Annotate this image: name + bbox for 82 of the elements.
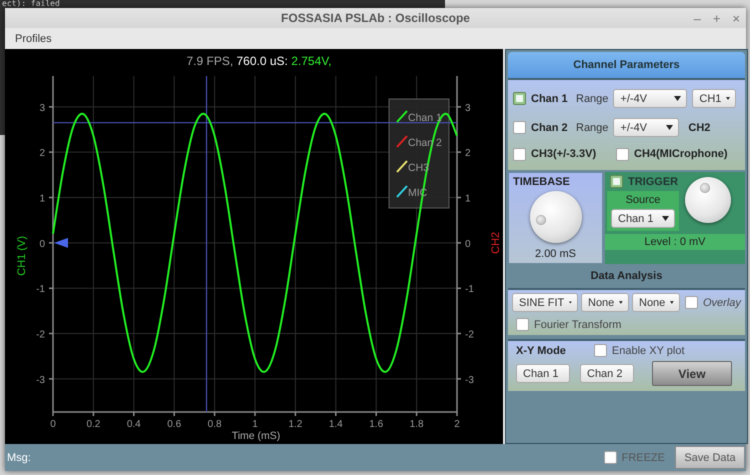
caret-icon <box>619 300 623 305</box>
tick-label: 3 <box>39 102 45 114</box>
axis-title: CH1 (V) <box>16 236 28 276</box>
caret-icon <box>666 125 674 130</box>
tick-label: 3 <box>465 102 471 114</box>
caret-icon <box>726 96 730 102</box>
checkbox-label: Chan 2 <box>531 122 568 134</box>
dropdown[interactable]: None <box>632 293 680 312</box>
checkbox-label: FREEZE <box>622 452 665 464</box>
tick-label: 1.4 <box>328 419 343 430</box>
tick-label: 0.2 <box>86 419 100 430</box>
panel-header: Channel Parameters <box>508 52 745 78</box>
checkbox-label: CH4(MICrophone) <box>634 148 728 160</box>
knob-reading: 2.00 mS <box>535 248 576 260</box>
checkbox[interactable] <box>594 344 607 357</box>
dropdown[interactable]: CH1 <box>692 89 736 108</box>
checkbox[interactable] <box>604 451 617 464</box>
dropdown[interactable]: Chan 1 <box>516 364 570 383</box>
tick-label: 0 <box>50 419 56 430</box>
checkbox[interactable] <box>513 121 526 134</box>
trigger-marker-icon[interactable] <box>54 238 68 248</box>
checkbox[interactable] <box>513 148 526 161</box>
section-title: X-Y Mode <box>516 344 566 356</box>
caret-icon <box>674 96 682 102</box>
dropdown[interactable]: None <box>581 293 629 312</box>
axis-title: CH2 <box>490 232 502 254</box>
checkbox[interactable] <box>610 175 623 188</box>
knob[interactable] <box>530 191 582 243</box>
dropdown[interactable]: +/-4V <box>613 118 680 138</box>
tick-label: 1 <box>465 194 471 205</box>
checkbox-label: Overlay <box>703 296 741 308</box>
checkbox[interactable] <box>616 148 629 161</box>
save-data-button[interactable]: Save Data <box>675 446 745 469</box>
checkbox-label: CH3(+/-3.3V) <box>531 148 596 160</box>
terminal-text: ect): failed <box>2 0 60 8</box>
checkbox[interactable] <box>516 318 529 331</box>
tick-label: 1.8 <box>410 419 424 430</box>
tick-label: 1.2 <box>288 419 302 430</box>
caret-icon <box>670 300 674 305</box>
tick-label: 0 <box>39 238 45 250</box>
section-title: Data Analysis <box>590 269 664 284</box>
tick-label: -1 <box>36 284 45 296</box>
tick-label: -1 <box>465 284 474 296</box>
tick-label: 0.4 <box>126 419 141 430</box>
cursor-line[interactable] <box>53 122 457 124</box>
field-label: Source <box>626 194 660 206</box>
caret-icon <box>662 216 669 221</box>
trigger-level-reading: Level : 0 mV <box>605 234 745 250</box>
menu-item[interactable]: Profiles <box>15 32 52 44</box>
tick-label: 2 <box>454 419 460 430</box>
dropdown[interactable]: SINE FIT <box>512 293 578 312</box>
tick-label: 1.6 <box>369 419 384 430</box>
tick-label: 0.8 <box>208 419 222 430</box>
tick-label: 2 <box>39 148 45 160</box>
checkbox-label: TRIGGER <box>628 176 678 188</box>
axis-title: Time (mS) <box>232 430 280 442</box>
field-label: Range <box>576 122 608 134</box>
cursor-readout: 7.9 FPS, 760.0 uS: 2.754V, <box>186 54 332 68</box>
checkbox[interactable] <box>513 92 526 106</box>
channel-label: CH2 <box>688 122 710 134</box>
checkbox-label: Enable XY plot <box>612 344 684 356</box>
tick-label: -2 <box>36 330 45 341</box>
checkbox[interactable] <box>685 296 698 309</box>
tick-label: -2 <box>465 330 474 341</box>
tick-label: -3 <box>36 374 45 386</box>
knob[interactable] <box>685 177 731 223</box>
status-message: Msg: <box>7 452 31 464</box>
tick-label: 0 <box>465 238 471 250</box>
field-label: Range <box>576 92 608 105</box>
checkbox-label: Fourier Transform <box>534 318 622 330</box>
dropdown[interactable]: Chan 1 <box>611 209 675 228</box>
window-title: FOSSASIA PSLAb : Oscilloscope <box>281 11 470 25</box>
dropdown[interactable]: +/-4V <box>613 89 688 108</box>
view-button[interactable]: View <box>652 361 732 386</box>
dropdown[interactable]: Chan 2 <box>580 364 634 383</box>
checkbox-label: Chan 1 <box>531 92 568 105</box>
tick-label: 2 <box>465 148 471 160</box>
tick-label: 1 <box>39 194 45 205</box>
tick-label: -3 <box>465 374 474 386</box>
section-title: TIMEBASE <box>513 176 570 188</box>
tick-label: 1 <box>252 419 258 430</box>
tick-label: 0.6 <box>167 419 182 430</box>
